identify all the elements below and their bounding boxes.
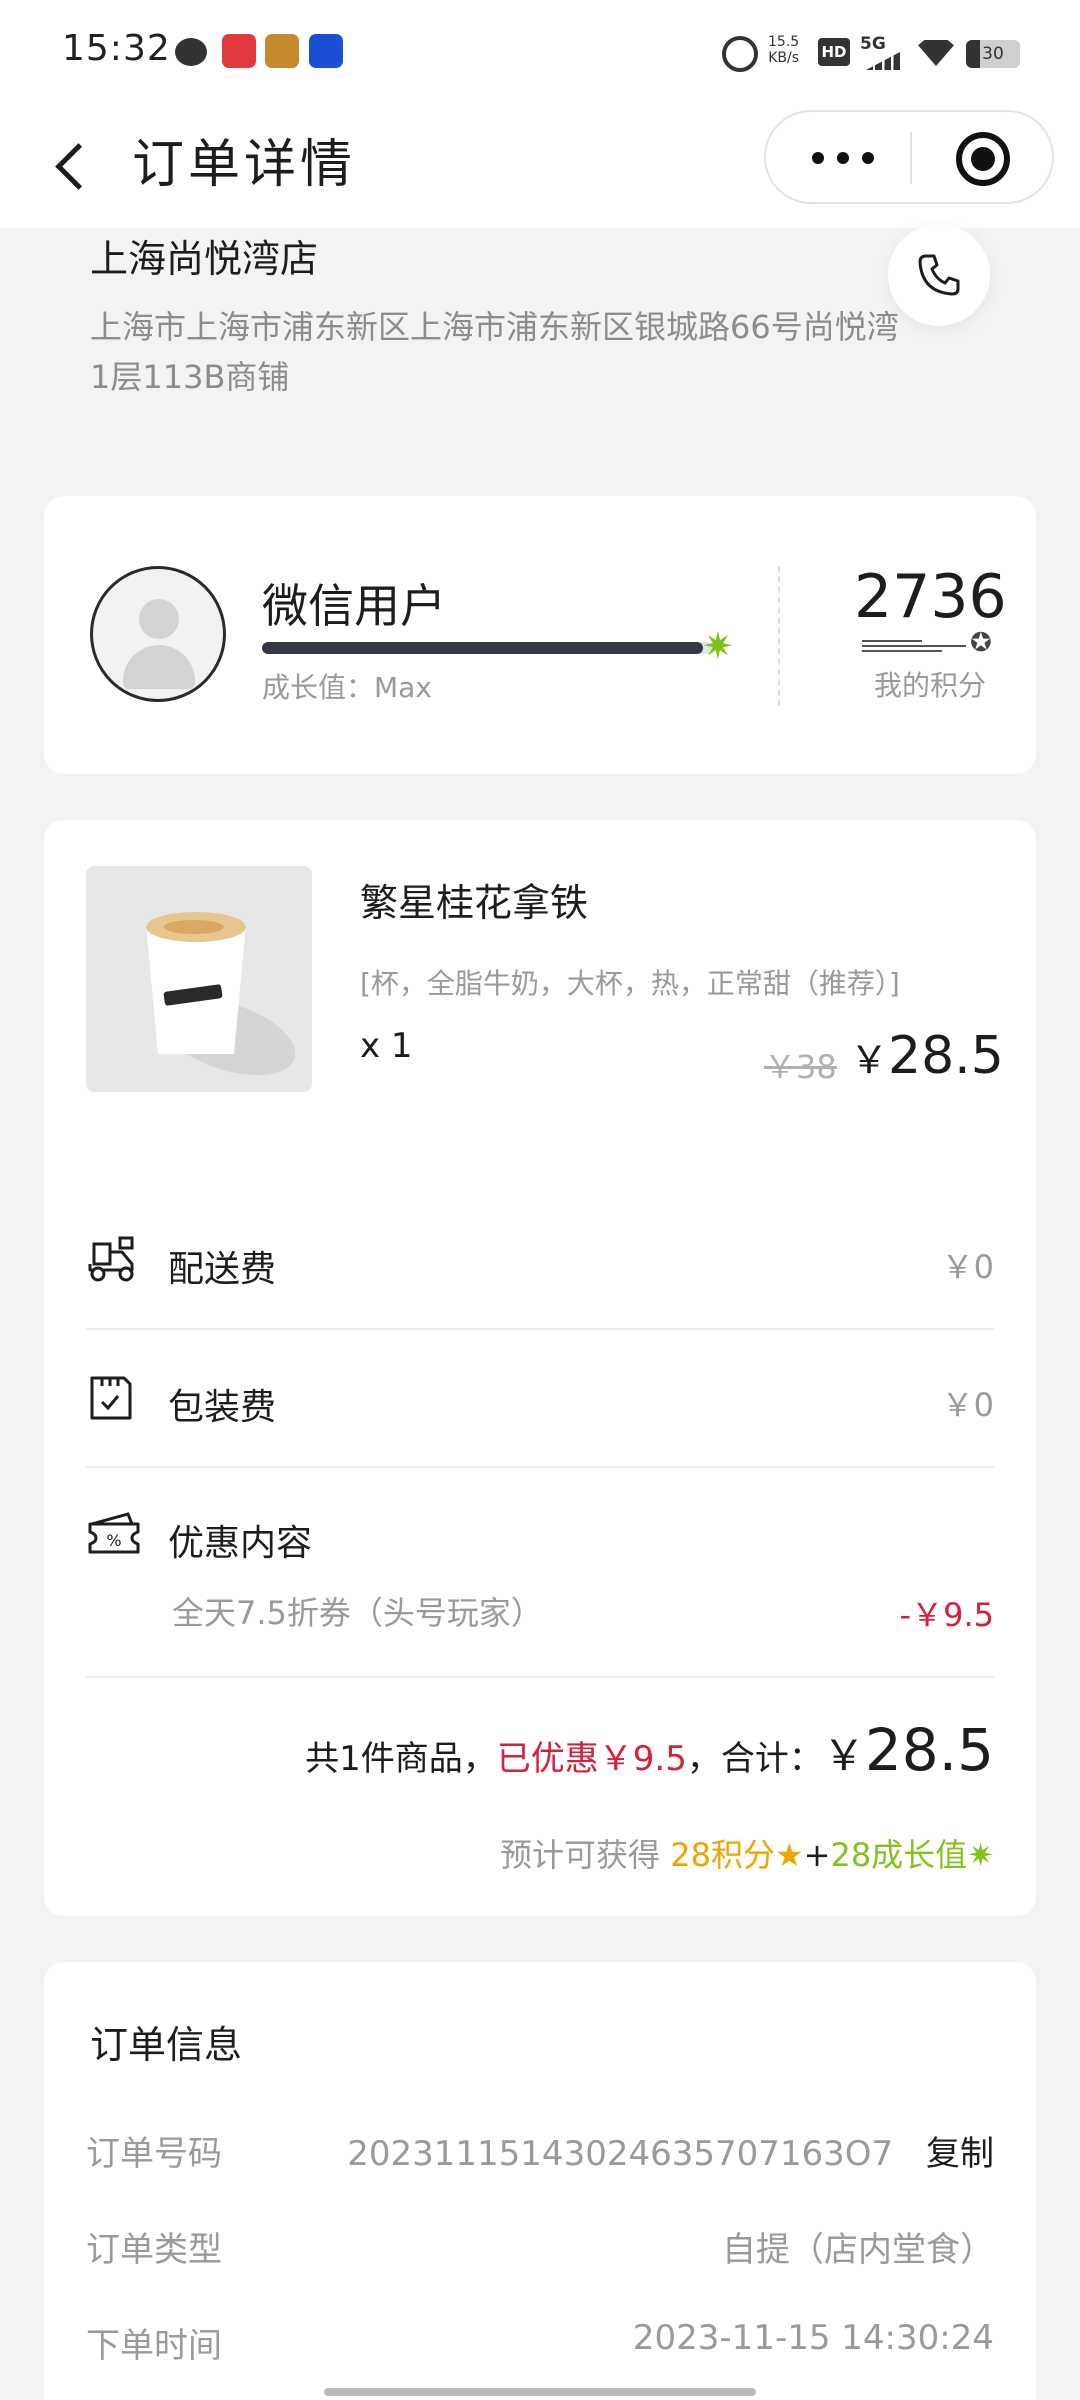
order-number: 20231115143024635707163O7 (347, 2134, 894, 2174)
app-icon-red (222, 34, 256, 68)
hd-badge: HD (818, 38, 850, 66)
order-type-row: 订单类型 自提（店内堂食） (86, 2222, 1040, 2282)
points-label: 我的积分 (873, 669, 986, 702)
growth-label: 成长值：Max (262, 671, 432, 704)
product-spec: [杯，全脂牛奶，大杯，热，正常甜（推荐）] (360, 967, 900, 1000)
order-time-label: 下单时间 (86, 2326, 222, 2366)
member-card: 微信用户 ✷ 成长值：Max 2736 ✪ 我的积分 (44, 496, 1036, 774)
points-decoration (862, 638, 982, 654)
nav-bar: 订单详情 (0, 100, 1080, 228)
delivery-fee-row: 配送费 ￥0 (86, 1192, 994, 1328)
order-number-label: 订单号码 (86, 2134, 222, 2174)
coupon-icon: % (88, 1512, 140, 1554)
summary-currency: ￥ (822, 1731, 865, 1780)
price-amount: 28.5 (888, 1026, 1004, 1086)
earn-growth-star-icon: ✷ (967, 1836, 994, 1874)
discount-amount: -￥9.5 (899, 1596, 994, 1634)
discount-label: 优惠内容 (168, 1523, 313, 1564)
current-price: ￥28.5 (850, 1026, 1004, 1086)
summary-total-prefix: ，合计： (686, 1739, 823, 1779)
phone-button[interactable] (888, 224, 990, 326)
growth-star-icon: ✷ (702, 624, 734, 668)
divider (86, 1466, 994, 1468)
product-quantity: x 1 (360, 1026, 413, 1066)
earn-rewards: 预计可获得 28积分★+28成长值✷ (500, 1830, 994, 1876)
back-arrow-icon[interactable] (40, 130, 100, 200)
earn-points: 28积分 (670, 1836, 775, 1874)
order-info-card: 订单信息 订单号码 20231115143024635707163O7 复制 订… (44, 1962, 1036, 2400)
store-name: 上海尚悦湾店 (90, 237, 319, 281)
points-value[interactable]: 2736 (854, 562, 1007, 632)
delivery-scooter-icon (88, 1236, 134, 1282)
network-speed-value: 15.5 (768, 34, 800, 50)
order-summary: 共1件商品，已优惠￥9.5，合计：￥28.5 (305, 1716, 994, 1784)
delivery-fee-value: ￥0 (941, 1248, 994, 1286)
order-number-value: 20231115143024635707163O7 复制 (347, 2126, 994, 2175)
member-divider (778, 566, 780, 706)
store-address: 上海市上海市浦东新区上海市浦东新区银城路66号尚悦湾1层113B商铺 (90, 308, 899, 396)
earn-prefix: 预计可获得 (500, 1836, 671, 1874)
order-info-title: 订单信息 (90, 2023, 243, 2067)
phone-icon (918, 254, 960, 296)
battery-icon: 30 (966, 40, 1020, 68)
capsule-divider (910, 132, 912, 184)
avatar[interactable] (90, 566, 226, 702)
divider (86, 1676, 994, 1678)
order-card: 繁星桂花拿铁 [杯，全脂牛奶，大杯，热，正常甜（推荐）] x 1 ￥38 ￥28… (44, 820, 1036, 1916)
network-speed: 15.5 KB/s (768, 34, 799, 66)
network-speed-unit: KB/s (768, 50, 799, 66)
price-currency: ￥ (850, 1038, 889, 1082)
status-time: 15:32 (62, 28, 171, 69)
wifi-icon (918, 40, 954, 66)
app-icon-game (265, 34, 299, 68)
app-icon-blue (309, 34, 343, 68)
packaging-fee-label: 包装费 (168, 1387, 277, 1428)
discount-name: 全天7.5折券（头号玩家） (172, 1594, 543, 1632)
chat-icon (175, 38, 207, 66)
growth-progress-fill (262, 642, 703, 654)
status-bar: 15:32 15.5 KB/s HD 5G 30 (0, 0, 1080, 100)
order-number-row: 订单号码 20231115143024635707163O7 复制 (86, 2126, 1040, 2186)
order-time-row: 下单时间 2023-11-15 14:30:24 (86, 2318, 1040, 2378)
earn-points-star-icon: ★ (774, 1836, 804, 1874)
summary-count: 共1件商品， (305, 1739, 497, 1779)
signal-icon (866, 52, 900, 70)
product-name: 繁星桂花拿铁 (360, 881, 589, 925)
miniprogram-capsule (764, 110, 1054, 204)
home-indicator[interactable] (324, 2388, 756, 2396)
order-time-value: 2023-11-15 14:30:24 (632, 2318, 994, 2358)
summary-saved: 已优惠￥9.5 (496, 1739, 687, 1779)
packaging-fee-value: ￥0 (941, 1386, 994, 1424)
earn-growth: 28成长值 (830, 1836, 968, 1874)
order-type-value: 自提（店内堂食） (722, 2230, 994, 2270)
delivery-fee-label: 配送费 (168, 1249, 277, 1290)
original-price: ￥38 (764, 1048, 837, 1086)
alarm-icon (722, 36, 758, 72)
earn-plus: + (803, 1836, 831, 1874)
growth-progress-bar (262, 642, 712, 654)
packaging-fee-row: 包装费 ￥0 (86, 1330, 994, 1466)
target-icon[interactable] (956, 132, 1010, 186)
product-image[interactable] (86, 866, 312, 1092)
battery-level: 30 (982, 44, 1004, 64)
page-title: 订单详情 (132, 135, 357, 195)
member-name: 微信用户 (262, 579, 446, 633)
network-type: 5G (860, 34, 886, 54)
points-star-icon: ✪ (970, 628, 992, 658)
summary-total: 28.5 (864, 1716, 994, 1784)
more-dots-icon[interactable] (808, 142, 878, 172)
copy-button[interactable]: 复制 (926, 2134, 994, 2174)
svg-text:%: % (106, 1531, 121, 1550)
order-type-label: 订单类型 (86, 2230, 222, 2270)
package-bag-icon (90, 1376, 132, 1420)
